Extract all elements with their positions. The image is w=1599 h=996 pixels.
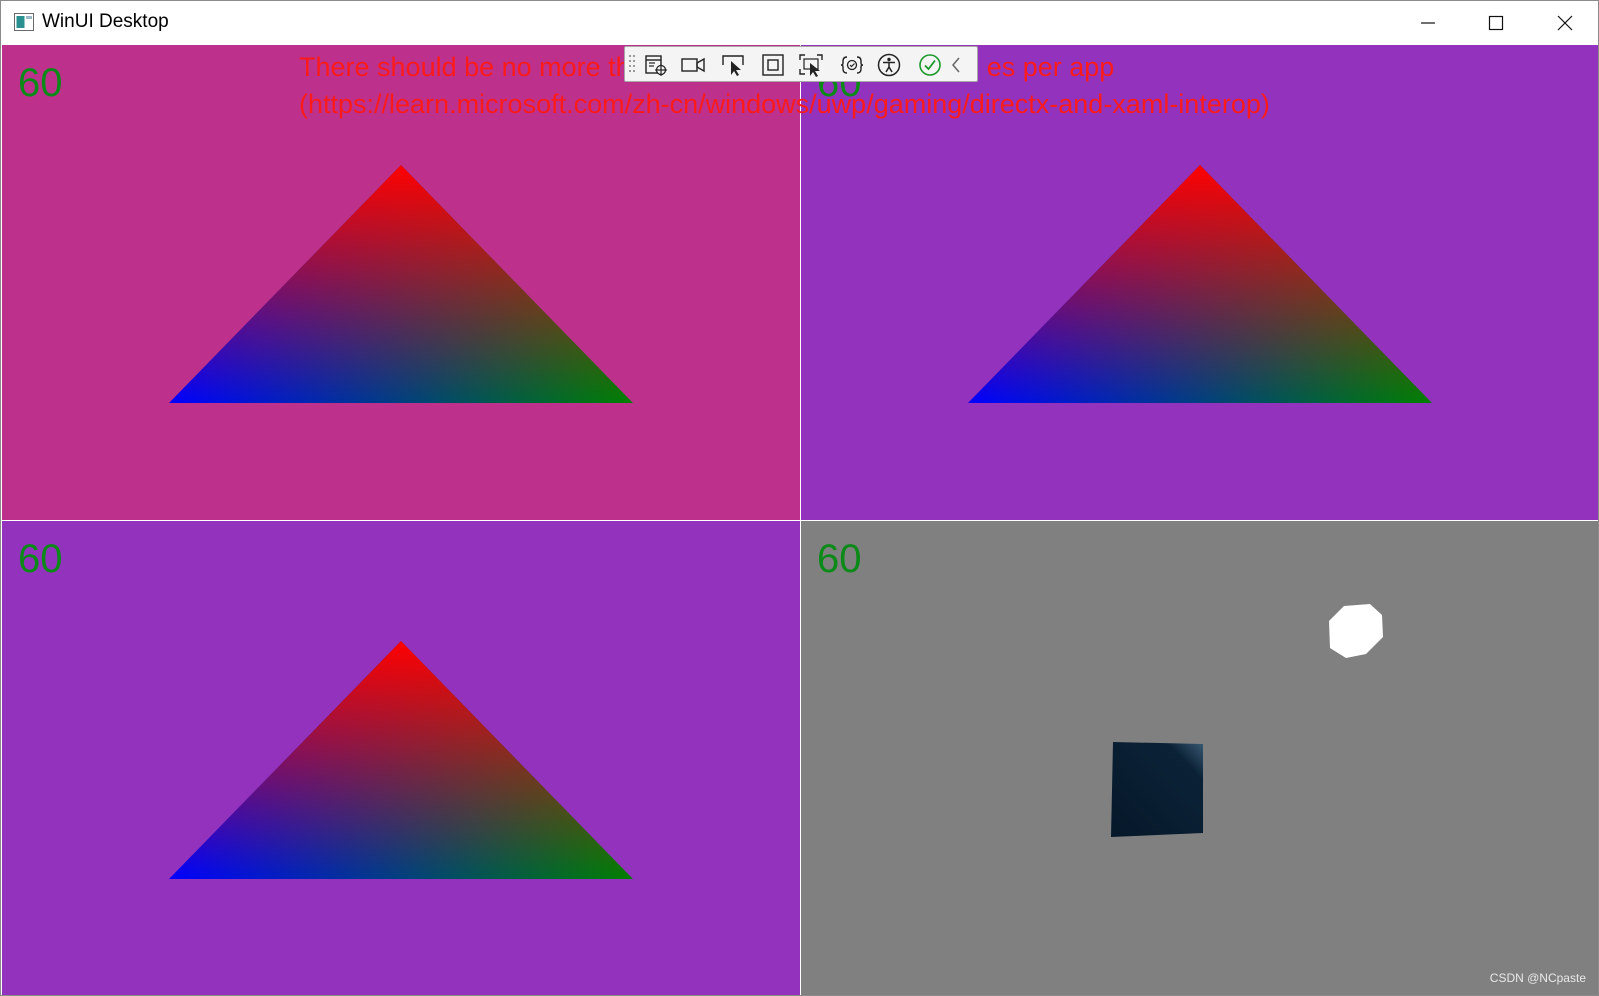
hot-reload-icon bbox=[840, 56, 864, 74]
maximize-button[interactable] bbox=[1462, 1, 1530, 45]
select-element-icon bbox=[722, 55, 744, 76]
in-app-debug-toolbar[interactable] bbox=[624, 46, 978, 82]
live-visual-tree-button[interactable] bbox=[643, 52, 669, 78]
live-visual-tree-icon bbox=[645, 55, 667, 76]
minimize-button[interactable] bbox=[1394, 1, 1462, 45]
accessibility-checker-button[interactable] bbox=[876, 52, 902, 78]
close-button[interactable] bbox=[1531, 1, 1599, 45]
close-icon bbox=[1557, 15, 1573, 31]
hot-reload-button[interactable] bbox=[839, 52, 865, 78]
overlay-message-line1-end: es per app bbox=[986, 52, 1115, 82]
overlay-message-line2: (https://learn.microsoft.com/zh-cn/windo… bbox=[299, 89, 1270, 119]
ui-check-button[interactable] bbox=[917, 52, 943, 78]
collapse-toolbar-button[interactable] bbox=[947, 52, 965, 78]
select-element-button[interactable] bbox=[721, 52, 747, 78]
fps-counter: 60 bbox=[18, 61, 63, 105]
display-layout-adorners-button[interactable] bbox=[760, 52, 786, 78]
white-sphere bbox=[1329, 604, 1383, 658]
dark-cube bbox=[1111, 742, 1203, 837]
record-button[interactable] bbox=[680, 52, 706, 78]
rgb-gradient-triangle bbox=[169, 641, 633, 879]
ui-checked-icon bbox=[919, 54, 941, 76]
maximize-icon bbox=[1488, 15, 1504, 31]
track-focused-element-button[interactable] bbox=[798, 52, 824, 78]
toolbar-grip-icon[interactable] bbox=[629, 53, 635, 77]
fps-counter: 60 bbox=[18, 537, 63, 581]
record-icon bbox=[681, 57, 705, 73]
fps-counter: 60 bbox=[817, 537, 862, 581]
track-focused-element-icon bbox=[799, 54, 823, 77]
swapchain-panel-bottom-left: 60 bbox=[2, 521, 800, 995]
accessibility-checker-icon bbox=[877, 53, 901, 77]
app-window-icon bbox=[14, 13, 34, 31]
minimize-icon bbox=[1421, 22, 1435, 24]
rgb-gradient-triangle bbox=[169, 165, 633, 403]
display-layout-adorners-icon bbox=[762, 54, 784, 76]
watermark: CSDN @NCpaste bbox=[1489, 971, 1586, 985]
title-bar[interactable]: WinUI Desktop bbox=[1, 1, 1598, 45]
overlay-message-line1: There should be no more th bbox=[299, 52, 631, 82]
app-window: WinUI Desktop 60 60 60 60 CSDN @NCpaste … bbox=[0, 0, 1599, 996]
collapse-toolbar-icon bbox=[952, 57, 960, 73]
rgb-gradient-triangle bbox=[968, 165, 1432, 403]
swapchain-panel-bottom-right: 60 CSDN @NCpaste bbox=[801, 521, 1598, 995]
window-title: WinUI Desktop bbox=[42, 11, 169, 32]
